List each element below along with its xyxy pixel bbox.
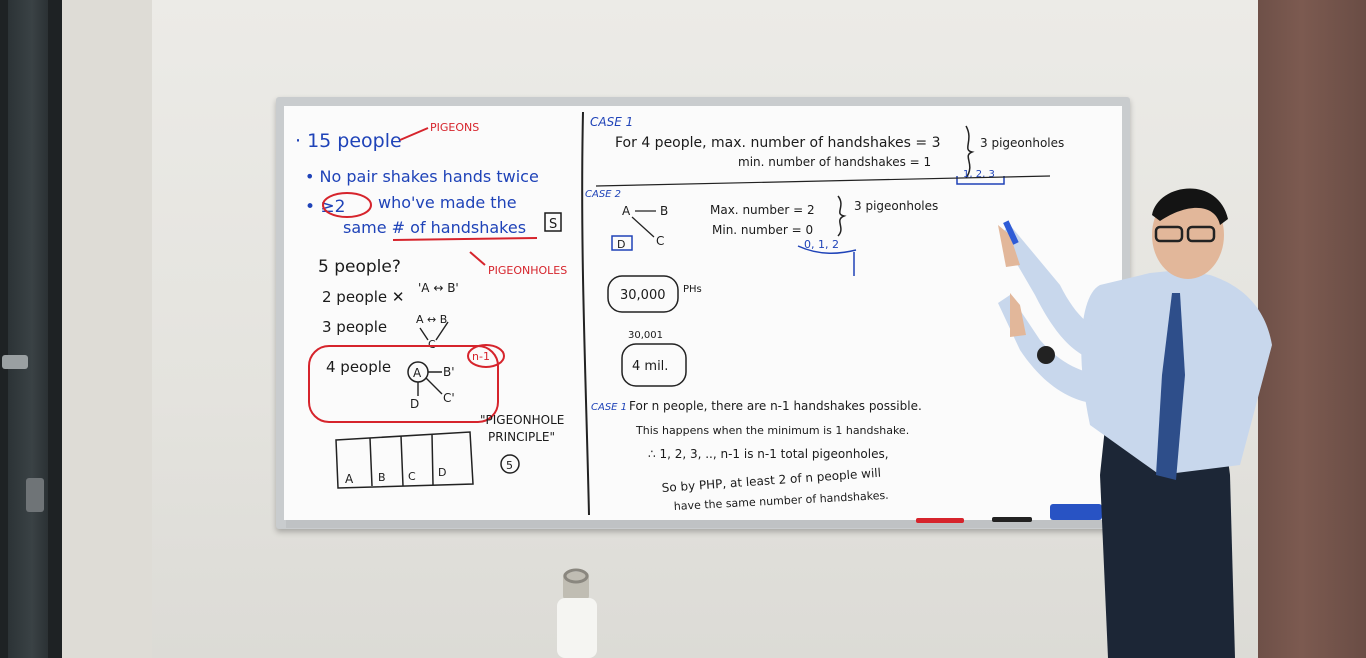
text-principle: PRINCIPLE" [488,430,555,444]
text-node-d: D [410,397,419,411]
text-case1-pigeonholes: 3 pigeonholes [980,136,1064,150]
text-proof-line3: ∴ 1, 2, 3, .., n-1 is n-1 total pigeonho… [648,447,889,461]
box-c: C [408,470,416,483]
text-pigeons: PIGEONS [430,121,479,134]
text-2-people: 2 people ✕ [322,288,405,306]
text-c2-min: Min. number = 0 [712,223,813,237]
water-bottle [557,568,597,658]
text-case-1: CASE 1 [590,115,633,129]
text-node-a: A [413,366,422,380]
text-case1-max: For 4 people, max. number of handshakes … [615,135,941,151]
text-c2-max: Max. number = 2 [710,203,815,217]
text-15-people: · 15 people [295,130,402,152]
text-case-2: CASE 2 [585,189,621,200]
text-5-people: 5 people? [318,257,401,277]
text-n-minus-1: n-1 [472,350,490,363]
text-pigeonholes: PIGEONHOLES [488,264,567,277]
text-c2-pigeonholes: 3 pigeonholes [854,199,938,213]
text-30001: 30,001 [628,330,663,341]
text-c2-node-d: D [617,238,625,251]
box-a: A [345,472,354,486]
text-same-handshakes: same # of handshakes [343,218,526,237]
text-phs: PHs [683,284,702,295]
text-c2-node-c: C [656,234,664,248]
text-abc-ab: A ↔ B [416,313,447,326]
text-a-b: 'A ↔ B' [418,281,459,295]
text-proof-line2: This happens when the minimum is 1 hands… [635,424,909,437]
box-b: B [378,471,386,484]
text-node-b: B' [443,365,455,379]
text-node-c: C' [443,391,455,405]
red-marker [916,518,964,523]
text-case-1-bottom: CASE 1 [591,402,627,413]
text-5-circle: 5 [506,459,513,472]
text-4-mil: 4 mil. [632,359,668,374]
text-c2-node-a: A [622,204,631,218]
text-whove-made: who've made the [378,193,517,212]
text-s-badge: S [549,217,557,232]
text-4-people: 4 people [326,358,391,376]
text-pigeonhole: "PIGEONHOLE [480,413,564,427]
text-no-pair: • No pair shakes hands twice [305,167,539,186]
text-c2-range: 0, 1, 2 [804,238,839,251]
text-c2-node-b: B [660,204,668,218]
text-30000: 30,000 [620,288,666,303]
text-case1-min: min. number of handshakes = 1 [738,155,931,169]
presenter [998,188,1272,658]
text-proof-line1: For n people, there are n-1 handshakes p… [629,399,922,413]
text-abc-c: C [428,338,436,351]
box-d: D [438,466,446,479]
text-proof-line5: have the same number of handshakes. [673,489,888,513]
text-3-people: 3 people [322,318,387,336]
